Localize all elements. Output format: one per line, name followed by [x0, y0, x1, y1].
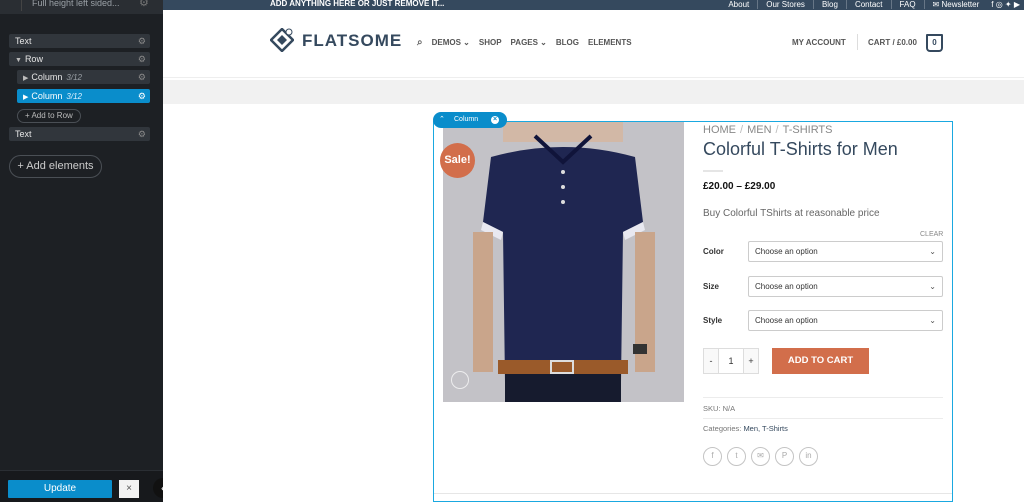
- tree-item-column-active[interactable]: ▶ Column 3/12 ⚙: [17, 89, 150, 103]
- site-preview: ADD ANYTHING HERE OR JUST REMOVE IT... A…: [163, 0, 1024, 502]
- tree-item-text[interactable]: Text ⚙: [9, 127, 150, 141]
- divider: [857, 34, 858, 50]
- sidebar-title: Full height left sided...: [32, 0, 120, 8]
- announcement-text: ADD ANYTHING HERE OR JUST REMOVE IT...: [270, 0, 445, 8]
- social-icons[interactable]: f ◎ ✦ ▶: [991, 0, 1024, 9]
- cart-link[interactable]: CART / £0.00: [868, 38, 917, 47]
- column-tag[interactable]: ⌃ Column ×: [433, 112, 507, 128]
- nav-pages[interactable]: PAGES ⌄: [511, 38, 547, 49]
- site-header: FLATSOME ⌕ DEMOS ⌄ SHOP PAGES ⌄ BLOG ELE…: [163, 10, 1024, 78]
- back-button[interactable]: [10, 0, 22, 11]
- column-selection-frame: [433, 121, 953, 502]
- nav-shop[interactable]: SHOP: [479, 38, 502, 49]
- tree-item-text[interactable]: Text ⚙: [9, 34, 150, 48]
- top-link-newsletter[interactable]: ✉ Newsletter: [923, 0, 988, 9]
- logo-icon[interactable]: [270, 28, 294, 52]
- close-icon[interactable]: ×: [491, 116, 499, 124]
- gear-icon[interactable]: ⚙: [138, 70, 146, 84]
- caret-right-icon[interactable]: ▶: [23, 72, 28, 86]
- sidebar-header: Full height left sided... ⚙: [0, 0, 163, 14]
- gear-icon[interactable]: ⚙: [138, 89, 146, 103]
- logo-text[interactable]: FLATSOME: [302, 31, 402, 51]
- gear-icon[interactable]: ⚙: [138, 52, 146, 66]
- top-bar: ADD ANYTHING HERE OR JUST REMOVE IT... A…: [163, 0, 1024, 10]
- gear-icon[interactable]: ⚙: [138, 34, 146, 48]
- search-icon[interactable]: ⌕: [417, 37, 423, 48]
- cart-count-badge[interactable]: 0: [926, 34, 943, 52]
- column-span: 3/12: [66, 73, 82, 82]
- builder-sidebar: Full height left sided... ⚙ Text ⚙ ▼ Row …: [0, 0, 163, 502]
- top-link-faq[interactable]: FAQ: [890, 0, 924, 9]
- caret-down-icon[interactable]: ▼: [15, 54, 22, 68]
- chevron-up-icon[interactable]: ⌃: [439, 112, 445, 128]
- gear-icon[interactable]: ⚙: [139, 0, 149, 9]
- tree-item-label: Text: [15, 129, 32, 139]
- top-link-about[interactable]: About: [720, 0, 757, 9]
- tree-item-label: Row: [24, 54, 43, 64]
- tree-item-column[interactable]: ▶ Column 3/12 ⚙: [17, 70, 150, 84]
- main-nav: ⌕ DEMOS ⌄ SHOP PAGES ⌄ BLOG ELEMENTS: [417, 37, 641, 49]
- app-root: Full height left sided... ⚙ Text ⚙ ▼ Row …: [0, 0, 1024, 502]
- tree-item-row[interactable]: ▼ Row ⚙: [9, 52, 150, 66]
- caret-right-icon[interactable]: ▶: [23, 91, 28, 105]
- nav-blog[interactable]: BLOG: [556, 38, 579, 49]
- tree-item-label: Column: [31, 72, 63, 82]
- gear-icon[interactable]: ⚙: [138, 127, 146, 141]
- add-elements-button[interactable]: + Add elements: [9, 155, 102, 178]
- top-link-stores[interactable]: Our Stores: [757, 0, 813, 9]
- column-tag-label: Column: [454, 116, 479, 123]
- sidebar-footer: Update ×: [0, 470, 163, 502]
- close-button[interactable]: ×: [119, 480, 139, 498]
- add-to-row-button[interactable]: + Add to Row: [17, 109, 81, 123]
- column-span: 3/12: [66, 92, 82, 101]
- my-account-link[interactable]: MY ACCOUNT: [792, 38, 846, 47]
- tree-item-label: Column: [31, 91, 63, 101]
- nav-elements[interactable]: ELEMENTS: [588, 38, 632, 49]
- top-link-blog[interactable]: Blog: [812, 0, 846, 9]
- page-title-bar: [163, 80, 1024, 104]
- nav-demos[interactable]: DEMOS ⌄: [432, 38, 470, 49]
- update-button[interactable]: Update: [8, 480, 112, 498]
- top-link-contact[interactable]: Contact: [845, 0, 891, 9]
- top-nav: About Our Stores Blog Contact FAQ ✉ News…: [720, 0, 1024, 9]
- tree-item-label: Text: [15, 36, 32, 46]
